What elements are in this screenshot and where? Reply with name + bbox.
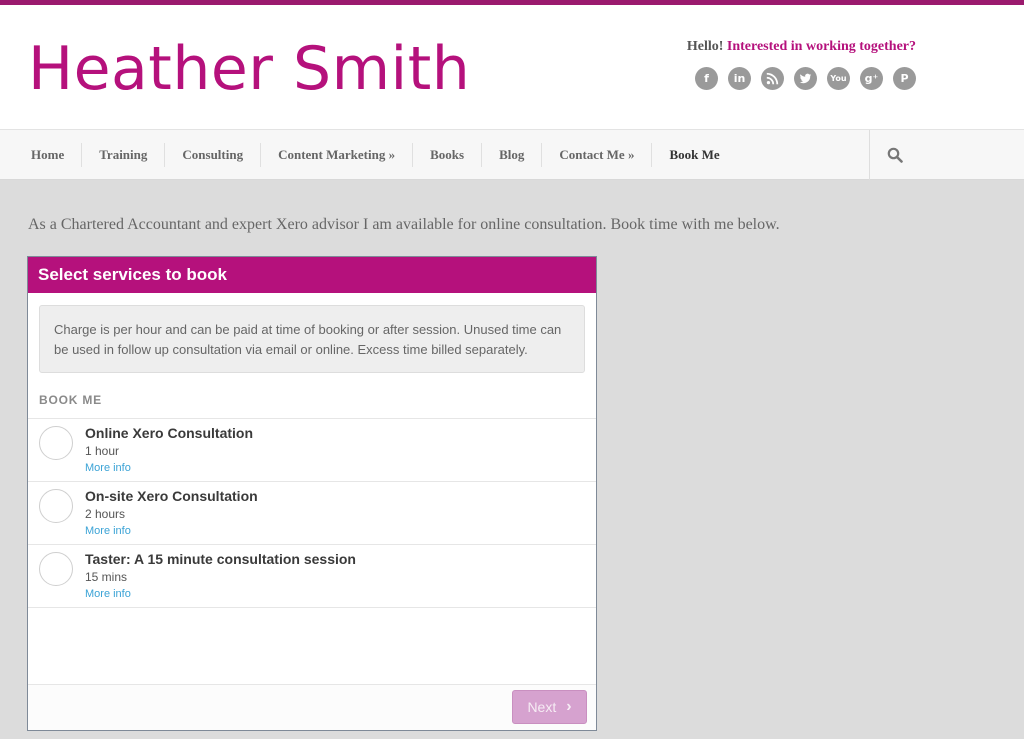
hello-text: Hello! [686,39,724,54]
pinterest-icon[interactable]: P [893,67,916,90]
rss-icon[interactable] [761,67,784,90]
header-greeting: Hello! Interested in working together? [687,39,916,55]
more-info-link[interactable]: More info [85,462,131,474]
search-icon [887,147,903,163]
service-duration: 2 hours [85,507,126,521]
nav-search-button[interactable] [869,130,1024,180]
nav-item-blog[interactable]: Blog [481,143,541,167]
section-label: BOOK ME [39,393,102,407]
service-list: Online Xero Consultation 1 hour More inf… [28,418,596,608]
service-name: Taster: A 15 minute consultation session [85,551,356,567]
nav-item-home[interactable]: Home [14,143,81,167]
service-name: On-site Xero Consultation [85,488,258,504]
facebook-icon[interactable]: f [695,67,718,90]
booking-widget-footer: Next › [28,684,596,730]
service-duration: 1 hour [85,444,120,458]
youtube-icon[interactable]: You [827,67,850,90]
service-item[interactable]: Online Xero Consultation 1 hour More inf… [28,419,596,482]
service-duration: 15 mins [85,570,128,584]
next-button-label: Next [527,699,557,715]
nav-item-content-marketing[interactable]: Content Marketing » [260,143,412,167]
nav-item-book-me[interactable]: Book Me [651,143,736,167]
site-logo[interactable]: Heather Smith [28,31,470,107]
service-select-radio[interactable] [39,426,73,460]
booking-notice: Charge is per hour and can be paid at ti… [39,305,585,373]
booking-widget-title: Select services to book [28,257,596,293]
twitter-icon[interactable] [794,67,817,90]
nav-item-books[interactable]: Books [412,143,481,167]
service-select-radio[interactable] [39,489,73,523]
more-info-link[interactable]: More info [85,588,131,600]
booking-widget: Select services to book Charge is per ho… [27,256,597,731]
service-select-radio[interactable] [39,552,73,586]
nav-item-contact-me[interactable]: Contact Me » [541,143,651,167]
service-item[interactable]: Taster: A 15 minute consultation session… [28,545,596,608]
linkedin-icon[interactable]: in [728,67,751,90]
work-together-link[interactable]: Interested in working together? [727,39,916,54]
service-item[interactable]: On-site Xero Consultation 2 hours More i… [28,482,596,545]
site-header: Heather Smith Hello! Interested in worki… [0,5,1024,129]
intro-text: As a Chartered Accountant and expert Xer… [28,216,780,233]
service-name: Online Xero Consultation [85,425,254,441]
chevron-right-icon: › [566,698,572,715]
next-button[interactable]: Next › [512,690,587,724]
social-links: f in You g⁺ P [695,67,916,90]
google-plus-icon[interactable]: g⁺ [860,67,883,90]
nav-item-consulting[interactable]: Consulting [164,143,260,167]
main-navigation: Home Training Consulting Content Marketi… [0,129,1024,180]
nav-item-training[interactable]: Training [81,143,164,167]
more-info-link[interactable]: More info [85,525,131,537]
